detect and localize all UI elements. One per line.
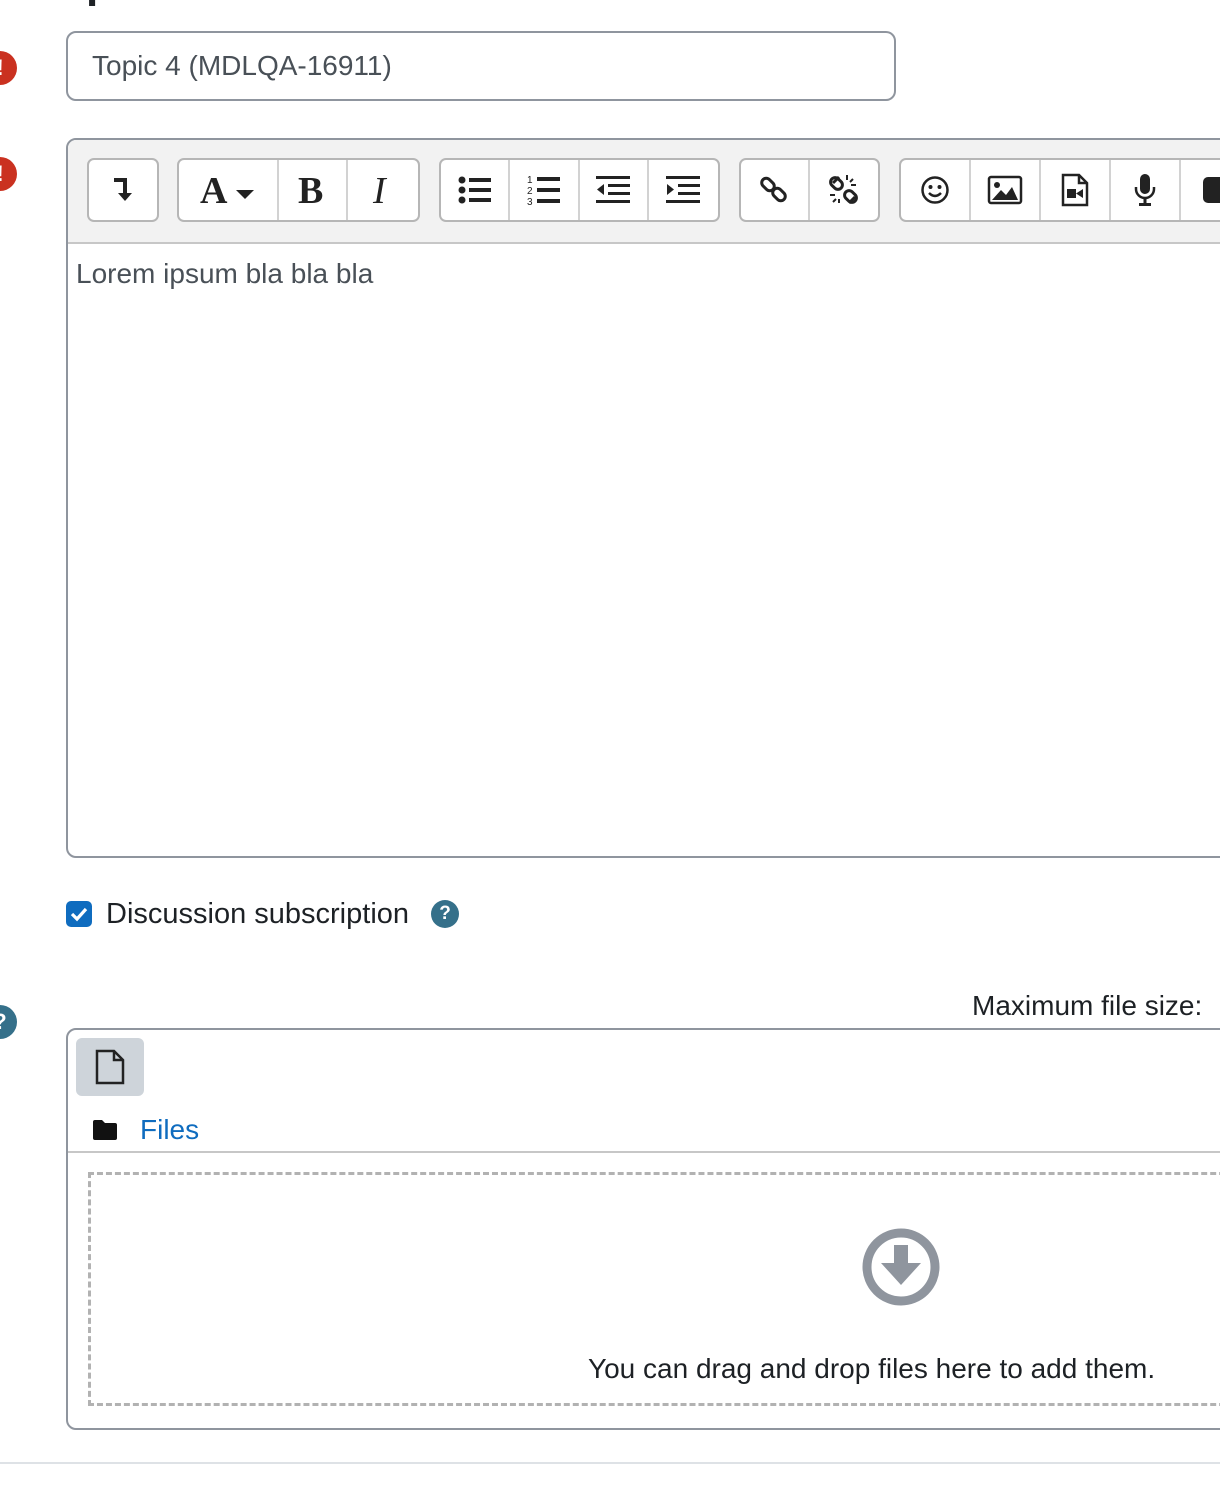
message-editor[interactable]: A B I 123 Lorem ipsum bla bla bla <box>66 138 1220 858</box>
svg-text:2: 2 <box>527 186 533 197</box>
file-dropzone[interactable]: You can drag and drop files here to add … <box>88 1172 1220 1406</box>
subject-input[interactable]: Topic 4 (MDLQA-16911) <box>66 31 896 101</box>
help-icon[interactable]: ? <box>0 1005 17 1039</box>
svg-text:B: B <box>298 170 323 210</box>
folder-icon <box>93 1120 117 1140</box>
video-icon[interactable] <box>1041 160 1111 220</box>
required-icon: ! <box>0 157 17 191</box>
bold-icon[interactable]: B <box>279 160 349 220</box>
indent-icon[interactable] <box>649 160 718 220</box>
svg-text:A: A <box>200 170 228 210</box>
discussion-subscription-row: Discussion subscription ? <box>66 898 460 931</box>
required-icon: ! <box>0 51 17 85</box>
file-manager: Files You can drag and drop files here t… <box>66 1028 1220 1430</box>
divider <box>68 1151 1220 1153</box>
svg-text:I: I <box>372 170 388 210</box>
download-arrow-icon <box>862 1228 940 1306</box>
breadcrumb: Files <box>92 1114 199 1146</box>
toolbar-group-links <box>739 158 880 222</box>
subject-value: Topic 4 (MDLQA-16911) <box>92 50 392 81</box>
section-heading-fragment: p <box>86 0 146 8</box>
file-icon <box>95 1049 125 1085</box>
divider <box>0 1462 1220 1464</box>
unlink-icon[interactable] <box>810 160 878 220</box>
help-icon[interactable]: ? <box>431 900 460 928</box>
collapse-icon[interactable] <box>89 160 157 220</box>
editor-content[interactable]: Lorem ipsum bla bla bla <box>76 258 373 290</box>
emoji-icon[interactable] <box>901 160 971 220</box>
font-style-icon[interactable]: A <box>179 160 279 220</box>
ordered-list-icon[interactable]: 123 <box>510 160 580 220</box>
dropzone-text: You can drag and drop files here to add … <box>588 1353 1156 1384</box>
microphone-icon[interactable] <box>1111 160 1181 220</box>
discussion-subscription-label[interactable]: Discussion subscription <box>106 898 409 931</box>
unordered-list-icon[interactable] <box>441 160 511 220</box>
image-icon[interactable] <box>971 160 1041 220</box>
toolbar-group-style: A B I <box>177 158 420 222</box>
toolbar-group-collapse <box>87 158 159 222</box>
link-icon[interactable] <box>741 160 810 220</box>
editor-toolbar: A B I 123 <box>68 140 1220 244</box>
toolbar-group-media <box>899 158 1220 222</box>
svg-text:3: 3 <box>527 197 533 207</box>
page: p ! ! ? Topic 4 (MDLQA-16911) A B I <box>0 0 1220 1492</box>
max-file-size: Maximum file size: <box>972 990 1203 1021</box>
italic-icon[interactable]: I <box>348 160 418 220</box>
files-path-link[interactable]: Files <box>140 1114 199 1146</box>
outdent-icon[interactable] <box>580 160 649 220</box>
svg-text:1: 1 <box>527 175 533 186</box>
toolbar-group-lists: 123 <box>439 158 720 222</box>
add-file-button[interactable] <box>76 1038 144 1096</box>
discussion-subscription-checkbox[interactable] <box>66 901 92 927</box>
record-video-icon[interactable] <box>1181 160 1220 220</box>
